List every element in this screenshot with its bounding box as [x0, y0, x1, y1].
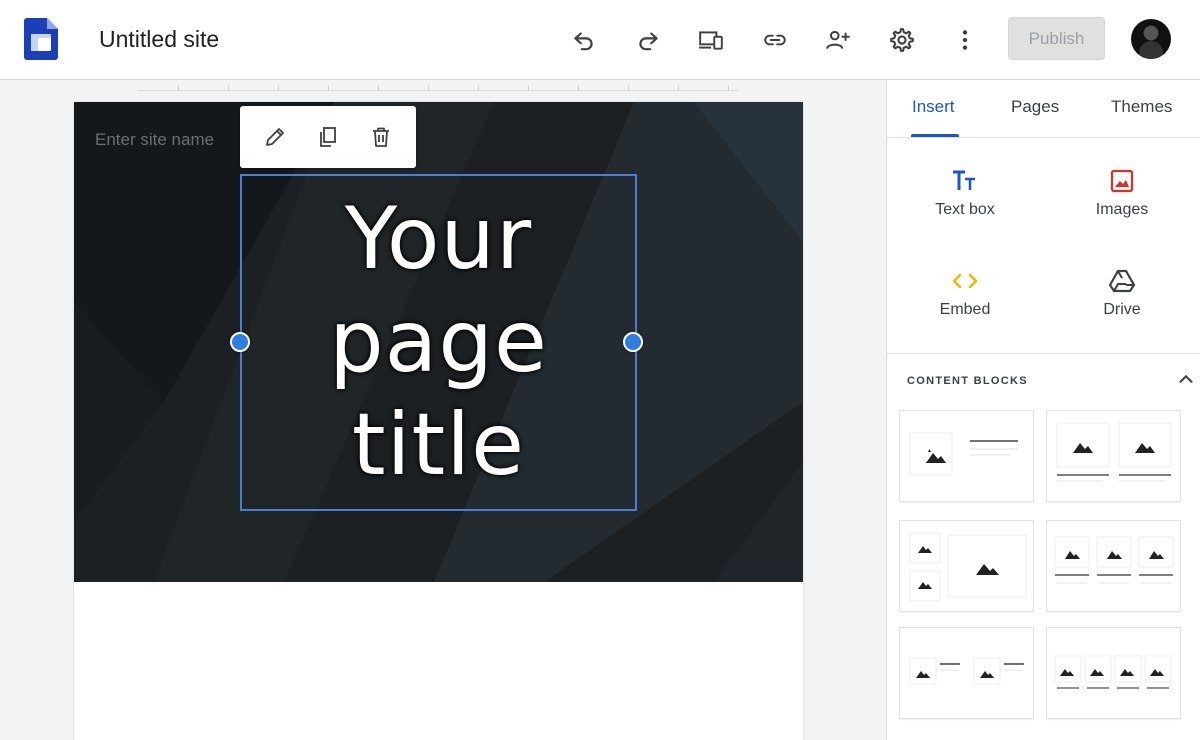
page-title-line: Your	[344, 189, 533, 289]
active-tab-indicator	[911, 134, 959, 137]
site-title[interactable]: Untitled site	[99, 26, 219, 53]
copy-icon[interactable]	[312, 121, 344, 153]
content-block-gallery[interactable]	[899, 520, 1034, 612]
tab-themes[interactable]: Themes	[1111, 97, 1172, 117]
image-icon	[1057, 166, 1187, 196]
content-block-three-images[interactable]	[1046, 520, 1181, 612]
tab-insert[interactable]: Insert	[912, 97, 955, 117]
settings-icon[interactable]	[884, 22, 920, 58]
panel-tabs: Insert Pages Themes	[887, 80, 1200, 138]
undo-icon[interactable]	[566, 22, 602, 58]
insert-drive-label: Drive	[1103, 301, 1141, 318]
page-title-line: page	[329, 292, 548, 392]
publish-button[interactable]: Publish	[1008, 17, 1105, 60]
tab-pages[interactable]: Pages	[1011, 97, 1059, 117]
preview-devices-icon[interactable]	[693, 22, 729, 58]
editor-canvas: Enter site name Your page title	[0, 80, 886, 740]
insert-text-box-label: Text box	[935, 201, 995, 218]
insert-embed-label: Embed	[939, 301, 991, 318]
panel-divider	[887, 353, 1200, 354]
page-title-line: title	[351, 395, 526, 495]
share-person-icon[interactable]	[820, 22, 856, 58]
content-block-two-images[interactable]	[1046, 410, 1181, 502]
header-section[interactable]: Enter site name Your page title	[74, 102, 803, 582]
pencil-icon[interactable]	[259, 121, 291, 153]
page-title[interactable]: Your page title	[240, 188, 637, 497]
drive-icon	[1057, 266, 1187, 296]
content-block-two-columns[interactable]	[899, 627, 1034, 719]
google-sites-logo-icon[interactable]	[24, 18, 58, 60]
insert-images-label: Images	[1095, 201, 1149, 218]
content-block-image-text[interactable]	[899, 410, 1034, 502]
chevron-up-icon[interactable]	[1175, 368, 1197, 390]
link-icon[interactable]	[757, 22, 793, 58]
site-page: Enter site name Your page title	[74, 102, 803, 740]
insert-drive[interactable]: Drive	[1057, 266, 1187, 346]
redo-icon[interactable]	[630, 22, 666, 58]
content-block-four-images[interactable]	[1046, 627, 1181, 719]
account-avatar[interactable]	[1131, 19, 1171, 59]
trash-icon[interactable]	[365, 121, 397, 153]
insert-images[interactable]: Images	[1057, 166, 1187, 246]
text-box-icon	[900, 166, 1030, 196]
insert-text-box[interactable]: Text box	[900, 166, 1030, 246]
element-toolbar	[240, 106, 416, 168]
more-vert-icon[interactable]	[947, 22, 983, 58]
insert-panel: Insert Pages Themes Text box Images Embe…	[886, 80, 1200, 740]
insert-embed[interactable]: Embed	[900, 266, 1030, 346]
top-bar: Untitled site Publish	[0, 0, 1200, 80]
content-blocks-heading: CONTENT BLOCKS	[907, 375, 1028, 387]
ruler	[138, 83, 738, 91]
site-name-input[interactable]: Enter site name	[95, 130, 214, 150]
embed-icon	[900, 266, 1030, 296]
